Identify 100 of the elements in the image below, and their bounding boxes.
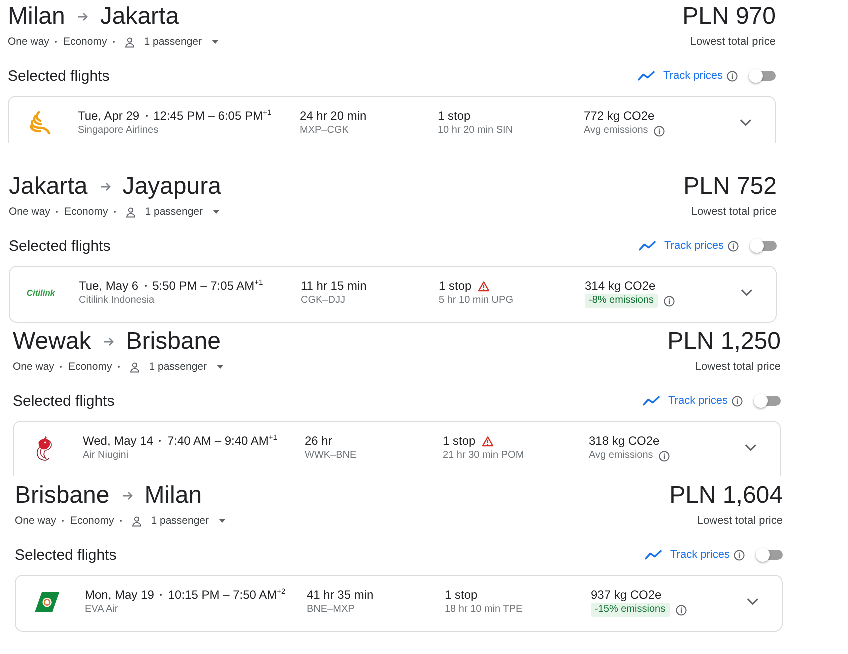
stops-count: 1 stop — [443, 433, 476, 449]
price-caption: Lowest total price — [691, 206, 777, 218]
cabin-class-label: Economy — [68, 361, 112, 373]
track-prices-toggle[interactable] — [750, 239, 777, 253]
flight-times: 12:45 PM – 6:05 PM$^{+1}$ — [154, 108, 272, 124]
total-price: PLN 752 — [684, 172, 777, 202]
airline-name: EVA Air — [85, 603, 118, 617]
departure-date: Wed, May 14 — [83, 433, 154, 449]
emissions-note: Avg emissions — [584, 124, 648, 138]
layover-info: 5 hr 10 min UPG — [439, 294, 514, 308]
person-icon — [126, 206, 136, 218]
cabin-class-label: Economy — [64, 206, 108, 218]
route-codes: MXP–CGK — [300, 124, 349, 138]
destination-city: Brisbane — [126, 327, 221, 357]
expand-button[interactable] — [741, 289, 753, 297]
track-prices-toggle[interactable] — [756, 548, 783, 562]
flight-duration: 26 hr — [305, 433, 332, 449]
section-heading: Selected flights — [13, 392, 115, 410]
info-icon[interactable] — [732, 396, 743, 406]
person-icon — [130, 362, 140, 372]
section-heading: Selected flights — [9, 238, 111, 254]
track-prices-label: Track prices — [668, 395, 728, 407]
destination-city: Jakarta — [100, 2, 180, 32]
route-codes: BNE–MXP — [307, 603, 355, 617]
emissions-amount: 937 kg CO2e — [591, 587, 662, 603]
emissions-badge: -8% emissions — [585, 294, 658, 308]
info-icon[interactable] — [734, 550, 745, 560]
emissions-amount: 772 kg CO2e — [584, 108, 655, 124]
airline-name: Singapore Airlines — [78, 124, 159, 138]
info-icon[interactable] — [728, 240, 739, 252]
trend-icon — [638, 241, 656, 251]
total-price: PLN 1,250 — [668, 327, 781, 357]
passenger-dropdown[interactable]: 1 passenger — [126, 361, 224, 373]
info-icon[interactable] — [676, 604, 687, 616]
chevron-icon — [747, 598, 759, 606]
layover-info: 10 hr 20 min SIN — [438, 124, 514, 138]
section-heading: Selected flights — [8, 68, 110, 84]
caret-icon — [217, 365, 224, 369]
track-prices-label: Track prices — [664, 70, 723, 82]
origin-city: Milan — [8, 2, 66, 32]
chevron-icon — [740, 119, 752, 127]
flight-times: 5:50 PM – 7:05 AM$^{+1}$ — [152, 278, 264, 294]
trend-icon — [644, 550, 662, 560]
passenger-dropdown[interactable]: 1 passenger — [122, 206, 220, 218]
trip-type-label: One way — [13, 361, 54, 373]
cabin-class-label: Economy — [63, 36, 108, 48]
trend-icon — [638, 71, 654, 81]
person-icon — [132, 516, 142, 526]
person-icon — [125, 36, 136, 48]
info-icon[interactable] — [659, 450, 670, 462]
chevron-icon — [741, 289, 753, 297]
info-icon[interactable] — [727, 70, 738, 82]
track-prices-toggle[interactable] — [749, 69, 776, 83]
destination-city: Jayapura — [122, 172, 222, 202]
route-codes: CGK–DJJ — [301, 294, 346, 308]
caret-icon — [212, 40, 220, 44]
origin-city: Brisbane — [15, 481, 110, 511]
caret-icon — [213, 210, 220, 214]
flight-times: 10:15 PM – 7:50 AM$^{+2}$ — [168, 587, 286, 603]
trip-type-label: One way — [8, 36, 50, 48]
tail-logo-icon — [34, 592, 60, 612]
info-icon[interactable] — [664, 296, 676, 306]
flight-duration: 41 hr 35 min — [307, 587, 374, 603]
arrow-icon — [77, 11, 90, 23]
emissions-badge: -15% emissions — [591, 603, 670, 617]
destination-city: Milan — [144, 481, 202, 511]
arrow-icon — [100, 181, 112, 193]
total-price: PLN 1,604 — [670, 481, 783, 511]
passenger-dropdown[interactable]: 1 passenger — [128, 515, 226, 527]
emissions-amount: 314 kg CO2e — [585, 278, 656, 294]
price-caption: Lowest total price — [695, 361, 781, 373]
caret-icon — [219, 519, 226, 523]
expand-button[interactable] — [740, 119, 752, 127]
cabin-class-label: Economy — [70, 515, 114, 527]
departure-date: Tue, Apr 29 — [78, 108, 140, 124]
airline-wordmark: Citilink — [26, 288, 56, 298]
emissions-amount: 318 kg CO2e — [589, 433, 660, 449]
flight-times: 7:40 AM – 9:40 AM$^{+1}$ — [167, 433, 278, 449]
route-codes: WWK–BNE — [305, 449, 357, 463]
origin-city: Wewak — [13, 327, 92, 357]
info-icon[interactable] — [654, 126, 666, 136]
trend-icon — [642, 396, 660, 406]
expand-button[interactable] — [745, 444, 757, 452]
departure-date: Mon, May 19 — [85, 587, 154, 603]
price-caption: Lowest total price — [697, 515, 783, 527]
total-price: PLN 970 — [682, 2, 776, 32]
departure-date: Tue, May 6 — [79, 278, 139, 294]
stops-count: 1 stop — [439, 278, 472, 294]
airline-name: Citilink Indonesia — [79, 294, 155, 308]
stops-count: 1 stop — [438, 108, 471, 124]
price-caption: Lowest total price — [690, 36, 776, 48]
arrow-icon — [103, 336, 116, 348]
layover-info: 18 hr 10 min TPE — [445, 603, 523, 617]
arrow-icon — [122, 490, 134, 502]
expand-button[interactable] — [747, 598, 759, 606]
layover-info: 21 hr 30 min POM — [443, 449, 524, 463]
track-prices-label: Track prices — [664, 240, 724, 252]
passenger-dropdown[interactable]: 1 passenger — [121, 36, 220, 48]
section-heading: Selected flights — [15, 546, 117, 564]
track-prices-toggle[interactable] — [754, 394, 781, 408]
